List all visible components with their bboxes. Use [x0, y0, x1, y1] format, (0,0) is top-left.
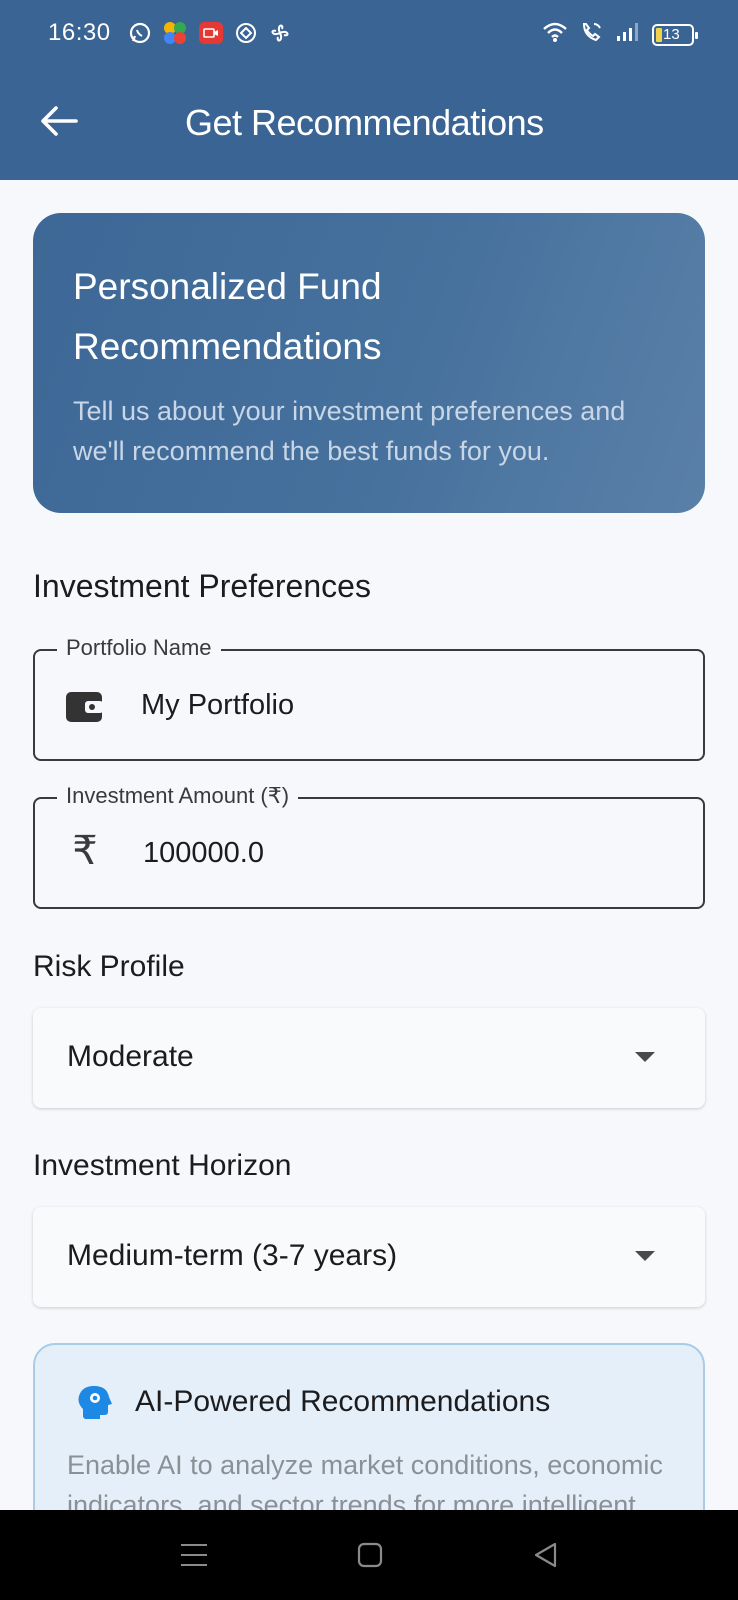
- fan-icon: [268, 21, 292, 50]
- section-title: Investment Preferences: [33, 568, 371, 604]
- back-button[interactable]: [34, 96, 84, 146]
- whatsapp-icon: [128, 21, 152, 50]
- page-title: Get Recommendations: [185, 102, 544, 143]
- wifi-call-icon: [580, 20, 604, 49]
- status-app-icons: [128, 20, 292, 51]
- chevron-down-icon: [635, 1251, 655, 1261]
- video-call-icon: [198, 20, 224, 51]
- rupee-icon: ₹: [72, 828, 98, 874]
- status-bar: 16:30 13: [0, 0, 738, 66]
- wallet-icon: [63, 685, 107, 729]
- menu-icon[interactable]: [174, 1540, 214, 1570]
- pinwheel-icon: [162, 20, 188, 51]
- battery-icon: 13: [652, 23, 698, 46]
- investment-horizon-value: Medium-term (3-7 years): [67, 1239, 398, 1272]
- ai-card-title: AI-Powered Recommendations: [135, 1385, 551, 1418]
- home-square-icon[interactable]: [350, 1540, 390, 1570]
- battery-level: 13: [663, 25, 680, 43]
- wifi-icon: [542, 21, 568, 48]
- ai-brain-icon: [75, 1383, 115, 1423]
- portfolio-name-field[interactable]: Portfolio Name My Portfolio: [33, 635, 705, 761]
- arrow-left-icon: [41, 106, 78, 136]
- status-time: 16:30: [48, 19, 111, 46]
- investment-amount-value: 100000.0: [143, 837, 264, 869]
- risk-profile-value: Moderate: [67, 1040, 194, 1073]
- investment-amount-label: Investment Amount (₹): [57, 783, 299, 809]
- risk-profile-dropdown[interactable]: Moderate: [33, 1008, 705, 1108]
- system-nav-bar: [0, 1510, 738, 1600]
- status-system-icons: 13: [542, 20, 698, 49]
- portfolio-name-label: Portfolio Name: [57, 635, 221, 661]
- risk-profile-label: Risk Profile: [33, 950, 185, 983]
- investment-horizon-label: Investment Horizon: [33, 1149, 292, 1182]
- investment-amount-field[interactable]: Investment Amount (₹) ₹ 100000.0: [33, 783, 705, 909]
- shield-icon: [234, 21, 258, 50]
- portfolio-name-value: My Portfolio: [141, 689, 295, 721]
- app-bar: Get Recommendations: [0, 66, 738, 180]
- hero-title: Personalized Fund Recommendations: [73, 266, 382, 367]
- investment-horizon-dropdown[interactable]: Medium-term (3-7 years): [33, 1207, 705, 1307]
- back-triangle-icon[interactable]: [526, 1540, 566, 1570]
- signal-icon: [616, 22, 640, 47]
- hero-card: Personalized Fund Recommendations Tell u…: [33, 213, 705, 513]
- hero-description: Tell us about your investment preference…: [73, 396, 626, 466]
- chevron-down-icon: [635, 1052, 655, 1062]
